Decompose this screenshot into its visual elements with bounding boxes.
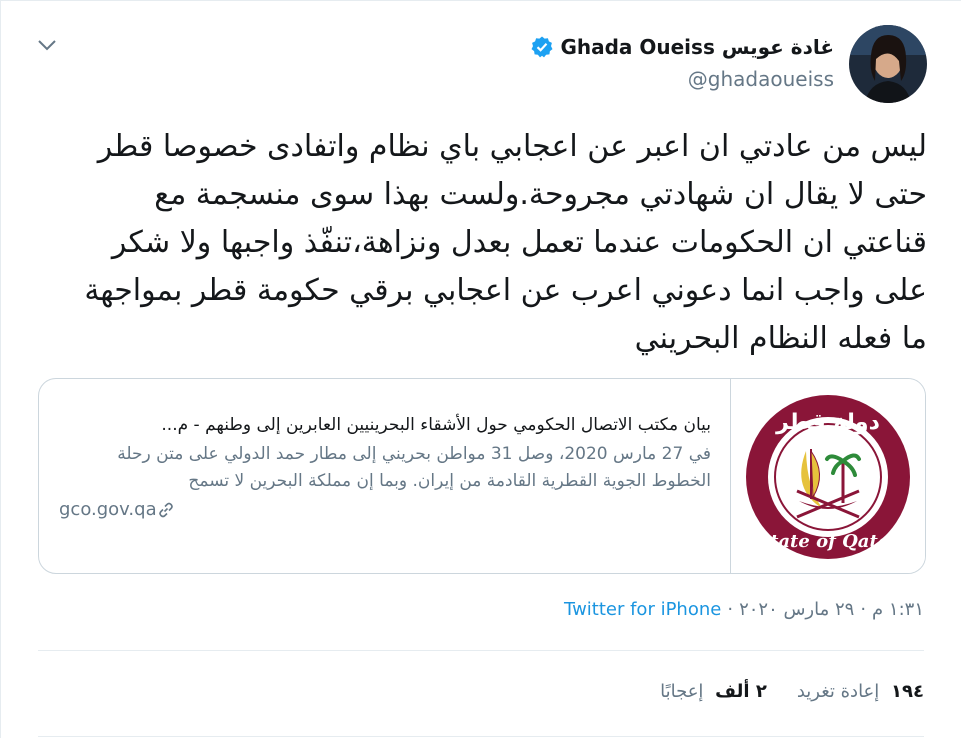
tweet-container: Ghada Oueiss غادة عويس @ghadaoueiss ليس …: [0, 0, 961, 738]
card-image-bottom-text: State of Qatar: [757, 531, 900, 552]
card-description: في 27 مارس 2020، وصل 31 مواطن بحريني إلى…: [117, 444, 711, 491]
likes-count: ٢ ألف: [715, 681, 767, 702]
avatar[interactable]: [849, 25, 927, 103]
tweet-date[interactable]: ٢٩ مارس ٢٠٢٠: [739, 599, 854, 620]
author-name-row[interactable]: Ghada Oueiss غادة عويس: [530, 35, 834, 59]
card-body: بيان مكتب الاتصال الحكومي حول الأشقاء ال…: [59, 411, 711, 520]
card-domain-text: gco.gov.qa: [59, 499, 157, 520]
link-card[interactable]: دولة قطر State of Qatar بيان مكتب الاتصا…: [38, 378, 926, 574]
divider: [38, 650, 924, 651]
link-icon: [158, 502, 173, 517]
author-handle[interactable]: @ghadaoueiss: [688, 67, 834, 91]
card-image-top-text: دولة قطر: [775, 410, 880, 435]
meta-separator-1: ·: [860, 599, 867, 620]
meta-separator-2: ·: [727, 599, 734, 620]
verified-badge-icon: [531, 36, 553, 58]
retweets-stat[interactable]: ١٩٤ إعادة تغريد: [797, 681, 924, 702]
tweet-meta: ١:٣١ م · ٢٩ مارس ٢٠٢٠ · Twitter for iPho…: [564, 599, 924, 620]
author-name: Ghada Oueiss غادة عويس: [560, 35, 834, 59]
retweets-count: ١٩٤: [891, 681, 924, 702]
tweet-source-link[interactable]: Twitter for iPhone: [564, 599, 721, 620]
card-title: بيان مكتب الاتصال الحكومي حول الأشقاء ال…: [161, 415, 711, 435]
retweets-label: إعادة تغريد: [796, 681, 880, 702]
chevron-down-icon[interactable]: [35, 35, 59, 55]
tweet-text: ليس من عادتي ان اعبر عن اعجابي باي نظام …: [74, 129, 927, 356]
likes-label: إعجابًا: [660, 681, 704, 702]
divider-bottom: [38, 736, 924, 737]
card-domain: gco.gov.qa: [59, 499, 711, 520]
likes-stat[interactable]: ٢ ألف إعجابًا: [660, 681, 767, 702]
card-image: دولة قطر State of Qatar: [730, 379, 925, 573]
tweet-stats: ١٩٤ إعادة تغريد ٢ ألف إعجابًا: [660, 681, 924, 702]
tweet-time[interactable]: ١:٣١ م: [872, 599, 924, 620]
